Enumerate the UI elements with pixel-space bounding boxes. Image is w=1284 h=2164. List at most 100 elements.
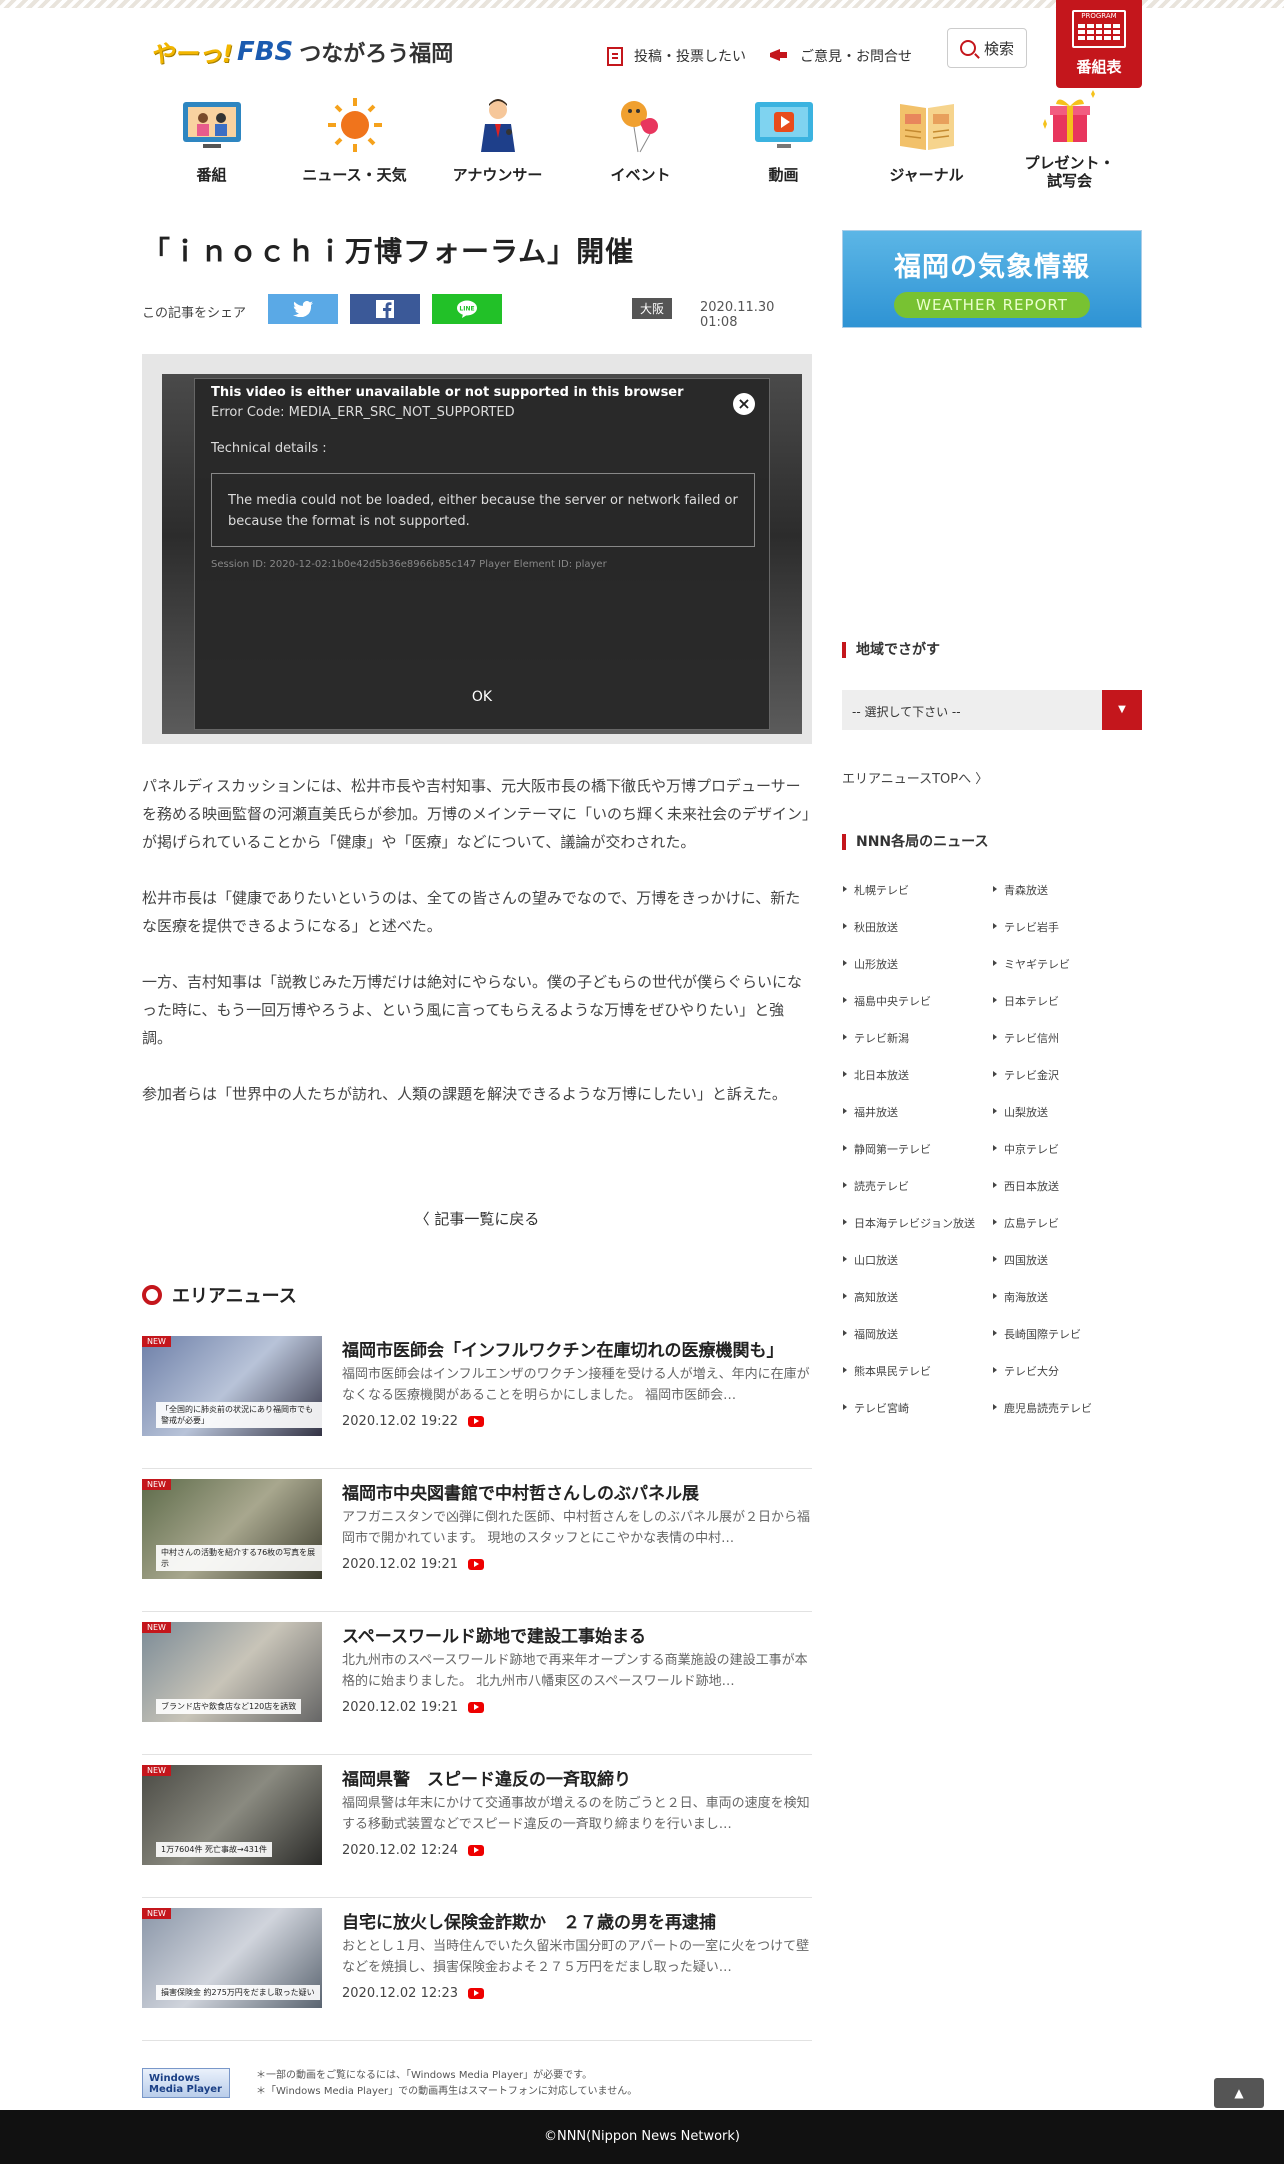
station-link[interactable]: 高知放送 [842,1289,992,1326]
weather-banner[interactable]: 福岡の気象情報 WEATHER REPORT [842,230,1142,328]
youtube-icon [468,1988,485,1999]
station-link[interactable]: 長崎国際テレビ [992,1326,1142,1363]
logo-tagline: つながろう福岡 [299,41,454,67]
nav-item-programs[interactable]: 番組 [140,96,283,206]
post-vote-link[interactable]: 投稿・投票したい [606,46,746,66]
news-description: アフガニスタンで凶弾に倒れた医師、中村哲さんをしのぶパネル展が２日から福岡市で開… [342,1510,811,1546]
ok-button[interactable]: OK [195,689,769,705]
youtube-icon [468,1845,485,1856]
balloon-icon [620,101,658,153]
news-item[interactable]: NEW 「全国的に肺炎前の状況にあり福岡市でも警戒が必要」 福岡市医師会「インフ… [142,1326,812,1469]
station-link[interactable]: 山梨放送 [992,1104,1142,1141]
news-title: スペースワールド跡地で建設工事始まる [342,1627,646,1647]
station-link[interactable]: 福井放送 [842,1104,992,1141]
inquiry-label: ご意見・お問合せ [800,49,912,65]
station-link[interactable]: 北日本放送 [842,1067,992,1104]
inquiry-link[interactable]: ご意見・お問合せ [768,46,912,66]
twitter-share-button[interactable] [268,294,338,324]
station-link[interactable]: 青森放送 [992,882,1142,919]
station-link[interactable]: 鹿児島読売テレビ [992,1400,1142,1437]
station-link[interactable]: 広島テレビ [992,1215,1142,1252]
station-link[interactable]: テレビ信州 [992,1030,1142,1067]
station-link[interactable]: 秋田放送 [842,919,992,956]
station-link[interactable]: 熊本県民テレビ [842,1363,992,1400]
program-guide-button[interactable]: PROGRAM 番組表 [1056,0,1142,88]
station-link[interactable]: 四国放送 [992,1252,1142,1289]
article-title: 「ｉｎｏｃｈｉ万博フォーラム」開催 [142,235,635,268]
nav-label-present: プレゼント・ 試写会 [1024,154,1115,190]
nav-item-announcers[interactable]: アナウンサー [426,96,569,206]
area-news-top-link[interactable]: エリアニュースTOPへ 〉 [842,768,988,787]
station-link[interactable]: テレビ岩手 [992,919,1142,956]
news-description: 福岡県警は年末にかけて交通事故が増えるのを防ごうと２日、車両の速度を検知する移動… [342,1796,810,1832]
article-main: 「ｉｎｏｃｈｉ万博フォーラム」開催 この記事をシェア LINE 大阪 2020.… [142,226,812,2098]
video-error-tech-label: Technical details : [211,441,327,456]
nav-item-news-weather[interactable]: ニュース・天気 [283,96,426,206]
facebook-icon [376,300,394,318]
footer-copyright: ©NNN(Nippon News Network) [543,2129,741,2144]
station-link[interactable]: 南海放送 [992,1289,1142,1326]
station-link[interactable]: テレビ新潟 [842,1030,992,1067]
station-link[interactable]: 日本海テレビジョン放送 [842,1215,992,1252]
news-thumbnail: NEW 損害保険金 約275万円をだまし取った疑い [142,1908,322,2008]
weather-sub: WEATHER REPORT [894,292,1090,318]
region-select[interactable]: -- 選択して下さい -- ▼ [842,690,1142,730]
station-link[interactable]: 山形放送 [842,956,992,993]
back-to-list-label: 記事一覧に戻る [434,1210,540,1228]
nav-item-events[interactable]: イベント [569,96,712,206]
main-nav: 番組 ニュース・天気 アナウンサー イベント 動画 ジャーナル プレゼント・ 試… [140,90,1144,206]
twitter-icon [293,301,313,317]
station-link[interactable]: 中京テレビ [992,1141,1142,1178]
news-item[interactable]: NEW 1万7604件 死亡事故→431件 福岡県警 スピード違反の一斉取締り … [142,1755,812,1898]
area-news-heading: エリアニュース [142,1282,297,1308]
news-description: おととし１月、当時住んでいた久留米市国分町のアパートの一室に火をつけて壁などを焼… [342,1939,810,1975]
station-link[interactable]: テレビ金沢 [992,1067,1142,1104]
site-logo[interactable]: やーっ! FBS つながろう福岡 [150,34,453,69]
station-link[interactable]: 福岡放送 [842,1326,992,1363]
station-link[interactable]: 読売テレビ [842,1178,992,1215]
station-link[interactable]: 山口放送 [842,1252,992,1289]
news-title: 福岡県警 スピード違反の一斉取締り [342,1770,631,1790]
station-link[interactable]: 西日本放送 [992,1178,1142,1215]
nav-item-present[interactable]: プレゼント・ 試写会 [998,90,1141,206]
news-date: 2020.12.02 12:24 [342,1843,459,1858]
station-link[interactable]: テレビ大分 [992,1363,1142,1400]
thumbnail-caption: 損害保険金 約275万円をだまし取った疑い [156,1985,320,2000]
region-search-heading: 地域でさがす [842,642,940,658]
back-to-top-button[interactable]: ▲ [1214,2078,1264,2108]
search-button[interactable]: 検索 [947,28,1027,68]
tv-icon [182,102,241,148]
video-error-title: This video is either unavailable or not … [211,385,684,400]
station-link[interactable]: テレビ宮崎 [842,1400,992,1437]
station-link[interactable]: 札幌テレビ [842,882,992,919]
thumbnail-caption: 中村さんの活動を紹介する76枚の写真を展示 [156,1545,322,1571]
back-to-list-link[interactable]: 〈 記事一覧に戻る [142,1208,812,1229]
video-player[interactable]: This video is either unavailable or not … [142,354,812,744]
nav-item-videos[interactable]: 動画 [712,96,855,206]
news-item[interactable]: NEW 中村さんの活動を紹介する76枚の写真を展示 福岡市中央図書館で中村哲さん… [142,1469,812,1612]
news-item[interactable]: NEW ブランド店や飲食店など120店を誘致 スペースワールド跡地で建設工事始ま… [142,1612,812,1755]
station-link[interactable]: ミヤギテレビ [992,956,1142,993]
line-share-button[interactable]: LINE [432,294,502,324]
search-icon [959,40,976,56]
youtube-icon [468,1702,485,1713]
announcer-icon [480,99,515,152]
close-icon[interactable]: × [733,393,755,415]
nav-item-journal[interactable]: ジャーナル [855,96,998,206]
station-link[interactable]: 日本テレビ [992,993,1142,1030]
youtube-icon [468,1559,485,1570]
wmp-logo[interactable]: Windows Media Player [142,2068,230,2098]
wmp-notice: Windows Media Player ＊一部の動画をご覧になるには、「Win… [142,2060,812,2100]
news-item[interactable]: NEW 損害保険金 約275万円をだまし取った疑い 自宅に放火し保険金詐欺か ２… [142,1898,812,2041]
nav-label-videos: 動画 [768,166,799,184]
nav-label-news: ニュース・天気 [302,166,407,184]
program-tag: PROGRAM [1081,12,1117,20]
post-vote-label: 投稿・投票したい [634,49,746,65]
station-link[interactable]: 福島中央テレビ [842,993,992,1030]
video-error-message: The media could not be loaded, either be… [211,473,755,547]
program-guide-label: 番組表 [1076,58,1122,76]
news-date-row: 2020.12.02 19:21 [342,1557,485,1572]
video-session-id: Session ID: 2020-12-02:1b0e42d5b36e8966b… [211,559,607,570]
station-link[interactable]: 静岡第一テレビ [842,1141,992,1178]
facebook-share-button[interactable] [350,294,420,324]
